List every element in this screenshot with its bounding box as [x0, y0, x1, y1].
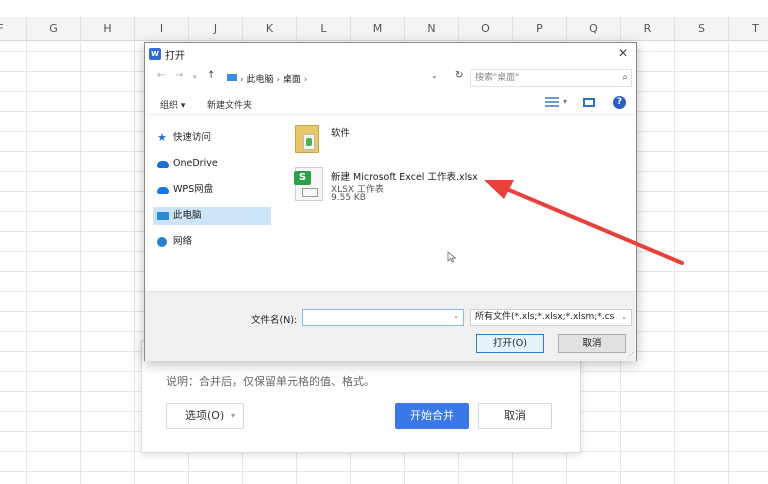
navigation-pane: ★ 快速访问 OneDrive WPS网盘 此电脑 网络: [145, 117, 273, 287]
file-item-xlsx[interactable]: S 新建 Microsoft Excel 工作表.xlsx XLSX 工作表 9…: [291, 165, 631, 205]
back-arrow-icon[interactable]: ←: [157, 70, 165, 81]
folder-icon: [227, 74, 237, 81]
organize-menu[interactable]: 组织 ▾: [160, 98, 185, 111]
nav-item-quick-access[interactable]: ★ 快速访问: [153, 129, 271, 147]
grid-column-line: [26, 41, 27, 484]
breadcrumb-item[interactable]: 桌面: [283, 75, 301, 85]
options-label: 选项(O): [185, 409, 225, 422]
column-header[interactable]: I: [134, 17, 188, 41]
column-header[interactable]: S: [674, 17, 728, 41]
merge-cancel-button[interactable]: 取消: [478, 403, 552, 429]
breadcrumb-item[interactable]: 此电脑: [246, 75, 273, 85]
start-merge-button[interactable]: 开始合并: [395, 403, 469, 429]
column-header[interactable]: H: [80, 17, 134, 41]
new-folder-button[interactable]: 新建文件夹: [207, 98, 252, 111]
address-bar: ← → ▾ ↑ › 此电脑 › 桌面 › ⌄ ↻ 搜索"桌面" ⌕: [145, 67, 636, 89]
close-icon[interactable]: ✕: [618, 46, 628, 60]
preview-pane-icon[interactable]: [583, 98, 595, 107]
open-file-dialog: W 打开 ✕ ← → ▾ ↑ › 此电脑 › 桌面 › ⌄ ↻ 搜索"桌面" ⌕: [144, 42, 637, 361]
wps-cloud-icon: [157, 187, 169, 194]
file-name-label: 文件名(N):: [251, 315, 298, 326]
column-header[interactable]: O: [458, 17, 512, 41]
column-header[interactable]: N: [404, 17, 458, 41]
screen: F G H I J K L M N O P Q R S T 说明：合并后，仅保留…: [0, 0, 768, 484]
resize-grip-icon[interactable]: ⋰: [627, 351, 634, 359]
chevron-down-icon: ▾: [230, 411, 235, 420]
file-name-input[interactable]: ⌄: [302, 309, 464, 326]
column-header[interactable]: F: [0, 17, 26, 41]
column-header[interactable]: P: [512, 17, 566, 41]
merge-note: 说明：合并后，仅保留单元格的值、格式。: [166, 375, 375, 388]
nav-item-this-pc[interactable]: 此电脑: [153, 207, 271, 225]
open-button[interactable]: 打开(O): [476, 334, 544, 353]
column-header[interactable]: K: [242, 17, 296, 41]
grid-row-line: [0, 471, 768, 472]
grid-column-line: [674, 41, 675, 484]
file-name-area: 文件名(N): ⌄ 所有文件(*.xls;*.xlsx;*.xlsm;*.cs …: [145, 291, 636, 361]
star-icon: ★: [157, 131, 167, 144]
file-item-folder[interactable]: 软件: [291, 121, 631, 161]
column-header[interactable]: L: [296, 17, 350, 41]
chevron-down-icon[interactable]: ▾: [193, 73, 197, 81]
file-type-filter[interactable]: 所有文件(*.xls;*.xlsx;*.xlsm;*.cs ⌄: [470, 309, 632, 326]
wps-app-icon: W: [149, 48, 161, 60]
cancel-button[interactable]: 取消: [558, 334, 626, 353]
cloud-icon: [157, 161, 169, 168]
column-header[interactable]: T: [728, 17, 768, 41]
column-header[interactable]: M: [350, 17, 404, 41]
view-options-icon[interactable]: [545, 97, 559, 107]
dialog-title: 打开: [165, 51, 185, 62]
network-icon: [157, 237, 167, 247]
nav-item-onedrive[interactable]: OneDrive: [153, 155, 271, 173]
column-header[interactable]: Q: [566, 17, 620, 41]
column-header[interactable]: J: [188, 17, 242, 41]
title-bar[interactable]: W 打开 ✕: [145, 43, 636, 65]
refresh-icon[interactable]: ↻: [455, 70, 463, 81]
grid-column-line: [134, 41, 135, 484]
grid-column-line: [80, 41, 81, 484]
toolbar: 组织 ▾ 新建文件夹 ▾ ?: [145, 91, 636, 115]
up-arrow-icon[interactable]: ↑: [207, 70, 215, 81]
nav-item-label: WPS网盘: [173, 184, 214, 195]
nav-item-label: OneDrive: [173, 158, 218, 169]
mouse-cursor-icon: [447, 251, 457, 263]
search-placeholder: 搜索"桌面": [475, 73, 520, 83]
search-input[interactable]: 搜索"桌面" ⌕: [470, 69, 632, 87]
nav-item-label: 此电脑: [173, 210, 202, 221]
file-name: 新建 Microsoft Excel 工作表.xlsx: [331, 172, 478, 183]
nav-item-wps-cloud[interactable]: WPS网盘: [153, 181, 271, 199]
file-list: 软件 S 新建 Microsoft Excel 工作表.xlsx XLSX 工作…: [285, 117, 635, 287]
chevron-down-icon: ⌄: [621, 313, 627, 321]
search-icon[interactable]: ⌕: [622, 70, 628, 86]
chevron-down-icon[interactable]: ⌄: [453, 312, 459, 320]
file-name: 软件: [331, 128, 351, 139]
nav-item-network[interactable]: 网络: [153, 233, 271, 251]
computer-icon: [157, 212, 169, 220]
column-header-bar: F G H I J K L M N O P Q R S T: [0, 17, 768, 41]
help-icon[interactable]: ?: [613, 96, 626, 109]
nav-item-label: 快速访问: [173, 132, 212, 143]
excel-file-icon: S: [294, 167, 323, 201]
grid-column-line: [728, 41, 729, 484]
column-header[interactable]: R: [620, 17, 674, 41]
column-header[interactable]: G: [26, 17, 80, 41]
folder-icon: [295, 125, 319, 153]
file-size: 9.55 KB: [331, 193, 366, 203]
chevron-down-icon[interactable]: ▾: [563, 97, 567, 106]
nav-item-label: 网络: [173, 236, 193, 247]
options-button[interactable]: 选项(O) ▾: [166, 403, 244, 429]
file-type-filter-value: 所有文件(*.xls;*.xlsx;*.xlsm;*.cs: [475, 312, 615, 322]
chevron-down-icon[interactable]: ⌄: [431, 71, 438, 80]
breadcrumb[interactable]: › 此电脑 › 桌面 ›: [240, 72, 307, 85]
forward-arrow-icon[interactable]: →: [175, 70, 183, 81]
